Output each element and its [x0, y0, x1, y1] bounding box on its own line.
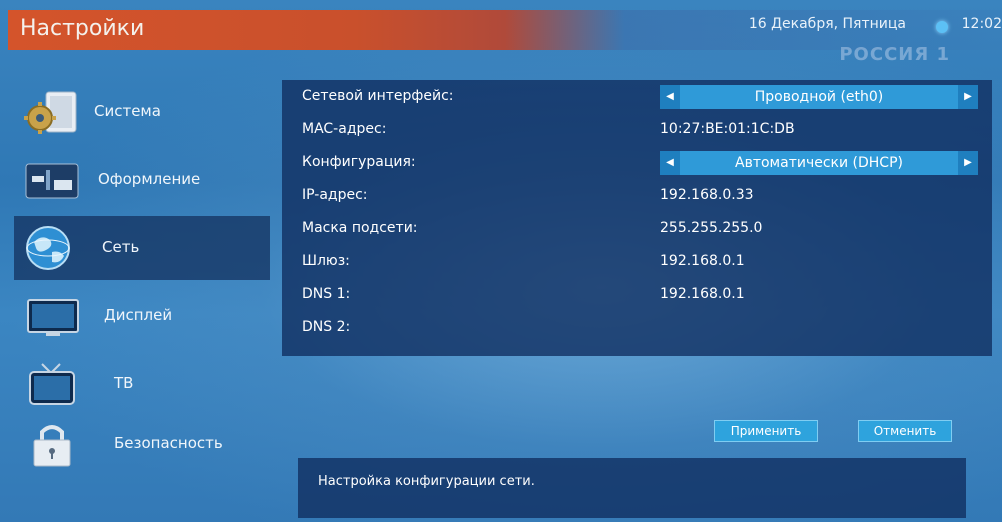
dns1-value[interactable]: 192.168.0.1 — [660, 286, 745, 302]
sidebar-item-system[interactable]: Система — [14, 80, 270, 144]
field-label: Конфигурация: — [302, 154, 416, 170]
settings-screen: Настройки 16 Декабря, Пятница 12:02 РОСС… — [0, 0, 1002, 522]
appearance-icon — [24, 156, 80, 204]
network-settings-panel: Сетевой интерфейс: ◀ Проводной (eth0) ▶ … — [282, 80, 992, 356]
sidebar-item-security[interactable]: Безопасность — [14, 412, 270, 476]
arrow-right-icon[interactable]: ▶ — [958, 151, 978, 175]
field-label: DNS 1: — [302, 286, 351, 302]
sidebar-item-display[interactable]: Дисплей — [14, 284, 270, 348]
arrow-left-icon[interactable]: ◀ — [660, 151, 680, 175]
selector-value: Автоматически (DHCP) — [735, 155, 903, 171]
sidebar-item-label: Сеть — [102, 238, 140, 256]
apply-button[interactable]: Применить — [714, 420, 818, 442]
sidebar-item-label: Оформление — [98, 170, 201, 188]
field-label: IP-адрес: — [302, 187, 368, 203]
date-label: 16 Декабря, Пятница — [748, 16, 906, 32]
row-gateway: Шлюз: 192.168.0.1 — [282, 247, 992, 277]
settings-sidebar: Система Оформление Сеть Дисплей ТВ Безоп… — [8, 80, 273, 480]
row-network-interface: Сетевой интерфейс: ◀ Проводной (eth0) ▶ — [282, 82, 992, 112]
arrow-left-icon[interactable]: ◀ — [660, 85, 680, 109]
row-ip-address: IP-адрес: 192.168.0.33 — [282, 181, 992, 211]
globe-icon — [24, 224, 80, 272]
lock-icon — [24, 420, 80, 468]
row-dns2: DNS 2: — [282, 313, 992, 343]
row-dns1: DNS 1: 192.168.0.1 — [282, 280, 992, 310]
network-interface-selector[interactable]: ◀ Проводной (eth0) ▶ — [660, 85, 978, 109]
field-label: Шлюз: — [302, 253, 350, 269]
monitor-icon — [24, 292, 80, 340]
field-label: Маска подсети: — [302, 220, 418, 236]
field-label: MAC-адрес: — [302, 121, 387, 137]
row-subnet-mask: Маска подсети: 255.255.255.0 — [282, 214, 992, 244]
status-dot-icon — [936, 21, 948, 33]
sidebar-item-appearance[interactable]: Оформление — [14, 148, 270, 212]
help-box: Настройка конфигурации сети. — [298, 458, 966, 518]
help-text: Настройка конфигурации сети. — [318, 474, 535, 489]
field-label: Сетевой интерфейс: — [302, 88, 454, 104]
page-title: Настройки — [20, 16, 145, 41]
row-mac-address: MAC-адрес: 10:27:BE:01:1C:DB — [282, 115, 992, 145]
row-configuration: Конфигурация: ◀ Автоматически (DHCP) ▶ — [282, 148, 992, 178]
sidebar-item-label: Дисплей — [104, 306, 173, 324]
ip-address-value[interactable]: 192.168.0.33 — [660, 187, 754, 203]
mac-address-value: 10:27:BE:01:1C:DB — [660, 121, 795, 137]
sidebar-item-label: Система — [94, 102, 161, 120]
configuration-selector[interactable]: ◀ Автоматически (DHCP) ▶ — [660, 151, 978, 175]
channel-logo: РОССИЯ 1 — [839, 44, 950, 65]
sidebar-item-network[interactable]: Сеть — [14, 216, 270, 280]
field-label: DNS 2: — [302, 319, 351, 335]
cancel-button[interactable]: Отменить — [858, 420, 952, 442]
gear-icon — [24, 88, 80, 136]
gateway-value[interactable]: 192.168.0.1 — [660, 253, 745, 269]
arrow-right-icon[interactable]: ▶ — [958, 85, 978, 109]
selector-value: Проводной (eth0) — [754, 89, 884, 105]
sidebar-item-label: Безопасность — [114, 434, 223, 452]
sidebar-item-tv[interactable]: ТВ — [14, 352, 270, 416]
subnet-mask-value[interactable]: 255.255.255.0 — [660, 220, 762, 236]
sidebar-item-label: ТВ — [114, 374, 134, 392]
tv-icon — [24, 360, 80, 408]
clock-label: 12:02 — [961, 16, 1002, 32]
